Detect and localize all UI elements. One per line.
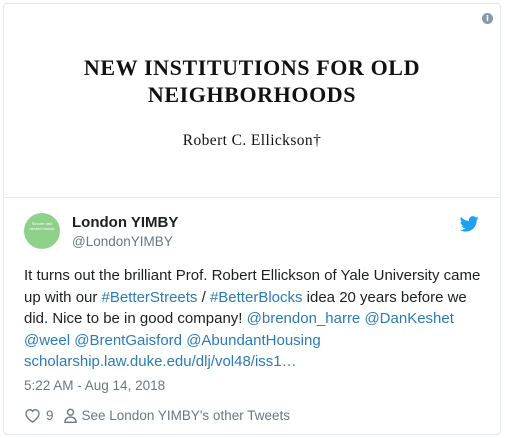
mention-dankeshet[interactable]: @DanKeshet <box>364 310 453 327</box>
tweet-card: i NEW INSTITUTIONS FOR OLD NEIGHBORHOODS… <box>3 3 501 435</box>
avatar[interactable]: Secure and decent homes <box>24 213 60 249</box>
hashtag-better-streets[interactable]: #BetterStreets <box>102 289 198 306</box>
user-handle[interactable]: @LondonYIMBY <box>72 234 173 249</box>
mention-weel[interactable]: @weel <box>24 332 70 349</box>
twitter-bird-icon[interactable] <box>460 216 479 232</box>
media-preview[interactable]: i NEW INSTITUTIONS FOR OLD NEIGHBORHOODS… <box>4 4 500 198</box>
info-icon[interactable]: i <box>482 13 493 24</box>
user-name[interactable]: London YIMBY <box>72 214 178 231</box>
tweet-actions: 9 See London YIMBY's other Tweets <box>24 405 290 425</box>
mention-brentgaisford[interactable]: @BrentGaisford <box>74 332 182 349</box>
like-count[interactable]: 9 <box>46 408 54 423</box>
person-icon <box>63 408 77 423</box>
avatar-text: Secure and decent homes <box>29 221 55 231</box>
mention-abundanthousing[interactable]: @AbundantHousing <box>186 332 321 349</box>
hashtag-better-blocks[interactable]: #BetterBlocks <box>210 289 303 306</box>
slash-separator: / <box>197 288 210 306</box>
tweet-text: It turns out the brilliant Prof. Robert … <box>24 265 494 373</box>
paper-author: Robert C. Ellickson† <box>182 132 322 149</box>
tweet-header: Secure and decent homes London YIMBY @Lo… <box>24 213 484 259</box>
paper-title-line-1: NEW INSTITUTIONS FOR OLD <box>83 55 421 80</box>
paper-title: NEW INSTITUTIONS FOR OLD NEIGHBORHOODS <box>4 54 500 108</box>
tweet-url-link[interactable]: scholarship.law.duke.edu/dlj/vol48/iss1… <box>24 353 297 370</box>
timestamp[interactable]: 5:22 AM - Aug 14, 2018 <box>24 378 165 393</box>
paper-title-line-2: NEIGHBORHOODS <box>147 82 357 107</box>
see-other-tweets-link[interactable]: See London YIMBY's other Tweets <box>82 408 290 423</box>
mention-brendon-harre[interactable]: @brendon_harre <box>247 310 361 327</box>
heart-icon[interactable] <box>24 408 41 423</box>
